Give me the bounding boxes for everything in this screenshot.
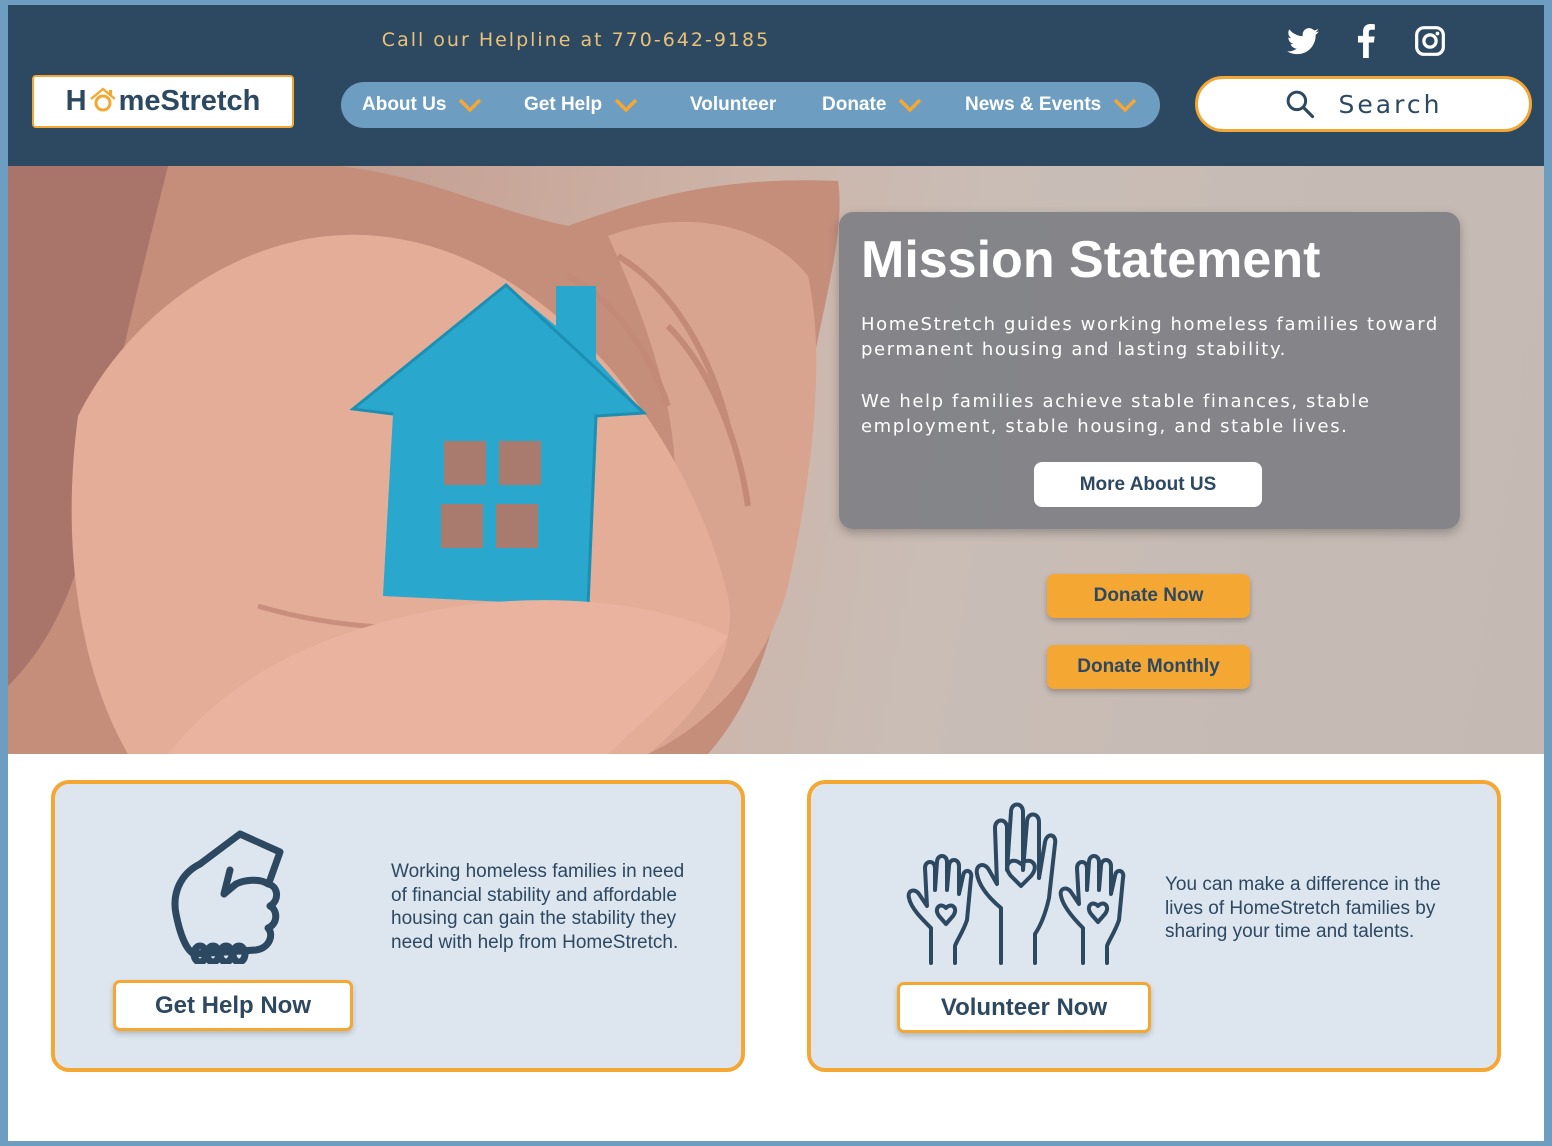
logo-text: meStretch <box>118 85 261 117</box>
get-help-now-button[interactable]: Get Help Now <box>113 980 353 1031</box>
homestretch-logo[interactable]: H meStretch <box>32 75 294 128</box>
hero-banner: Mission Statement HomeStretch guides wor… <box>8 166 1544 754</box>
donate-now-button[interactable]: Donate Now <box>1047 574 1250 618</box>
search-box[interactable]: Search <box>1195 76 1532 132</box>
mission-paragraph-2: We help families achieve stable finances… <box>861 391 1371 437</box>
nav-news-events[interactable]: News & Events <box>965 82 1137 128</box>
page-frame: Call our Helpline at 770-642-9185 H meSt… <box>8 5 1544 1141</box>
nav-donate[interactable]: Donate <box>822 82 922 128</box>
site-header: Call our Helpline at 770-642-9185 H meSt… <box>8 5 1544 166</box>
helpline-text: Call our Helpline at 770-642-9185 <box>381 29 771 51</box>
twitter-icon[interactable] <box>1283 24 1323 58</box>
search-label: Search <box>1338 89 1443 119</box>
chevron-down-icon <box>899 98 922 113</box>
main-nav: About Us Get Help Volunteer Donate News … <box>341 82 1160 128</box>
chevron-down-icon <box>1113 98 1137 113</box>
nav-get-help[interactable]: Get Help <box>524 82 638 128</box>
facebook-icon[interactable] <box>1346 24 1386 58</box>
instagram-icon[interactable] <box>1410 24 1450 58</box>
nav-get-help-label: Get Help <box>524 94 603 115</box>
nav-donate-label: Donate <box>822 94 887 115</box>
get-help-description: Working homeless families in need of fin… <box>391 861 685 953</box>
chevron-down-icon <box>459 98 482 113</box>
mission-paragraph-1: HomeStretch guides working homeless fami… <box>861 314 1439 360</box>
volunteer-now-button[interactable]: Volunteer Now <box>897 982 1151 1033</box>
raised-hands-heart-icon <box>906 802 1126 965</box>
nav-volunteer-label: Volunteer <box>690 94 777 115</box>
more-about-us-button[interactable]: More About US <box>1034 462 1262 507</box>
handshake-icon <box>171 830 284 964</box>
logo-letter-h: H <box>65 85 87 117</box>
volunteer-card: You can make a difference in the lives o… <box>807 780 1501 1072</box>
mission-title: Mission Statement <box>861 231 1321 289</box>
nav-about-us[interactable]: About Us <box>362 82 482 128</box>
mission-statement-card: Mission Statement HomeStretch guides wor… <box>839 212 1460 529</box>
nav-about-us-label: About Us <box>362 94 447 115</box>
nav-volunteer[interactable]: Volunteer <box>690 82 776 128</box>
get-help-card: Working homeless families in need of fin… <box>51 780 745 1072</box>
nav-news-events-label: News & Events <box>965 94 1102 115</box>
search-icon <box>1286 90 1314 119</box>
chevron-down-icon <box>614 98 638 113</box>
donate-monthly-button[interactable]: Donate Monthly <box>1047 645 1250 689</box>
volunteer-description: You can make a difference in the lives o… <box>1165 874 1441 942</box>
house-logo-icon <box>88 86 118 113</box>
